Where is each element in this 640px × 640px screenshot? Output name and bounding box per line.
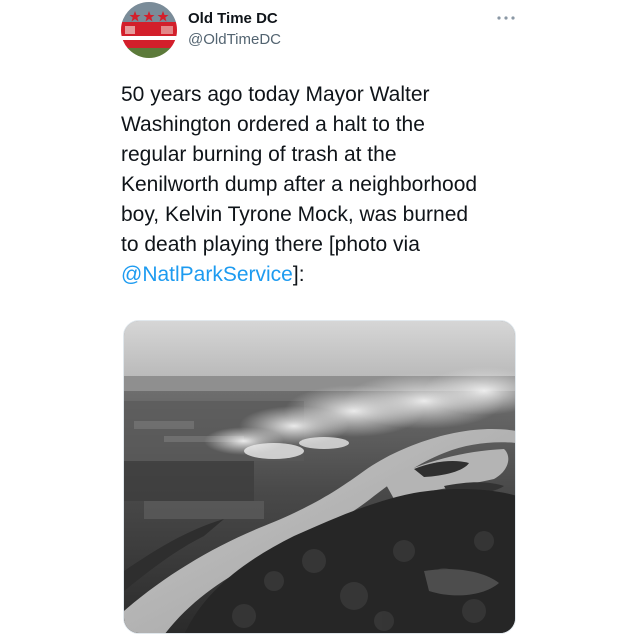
author-avatar[interactable] xyxy=(121,2,177,58)
aerial-photo xyxy=(124,321,515,633)
mention-link[interactable]: @NatlParkService xyxy=(121,263,293,286)
tweet-card: Old Time DC @OldTimeDC 50 years ago toda… xyxy=(0,0,640,640)
tweet-text-body: 50 years ago today Mayor Walter Washingt… xyxy=(121,83,478,256)
tweet-author: Old Time DC @OldTimeDC xyxy=(188,10,281,49)
more-dots-icon xyxy=(497,16,515,20)
tweet-text-end: ]: xyxy=(292,263,305,286)
dc-flag-avatar-icon xyxy=(121,2,177,58)
author-display-name[interactable]: Old Time DC xyxy=(188,10,281,28)
tweet-text: 50 years ago today Mayor Walter Washingt… xyxy=(121,80,521,290)
tweet-photo[interactable] xyxy=(123,320,516,634)
more-options-button[interactable] xyxy=(492,8,520,28)
author-handle[interactable]: @OldTimeDC xyxy=(188,31,281,49)
